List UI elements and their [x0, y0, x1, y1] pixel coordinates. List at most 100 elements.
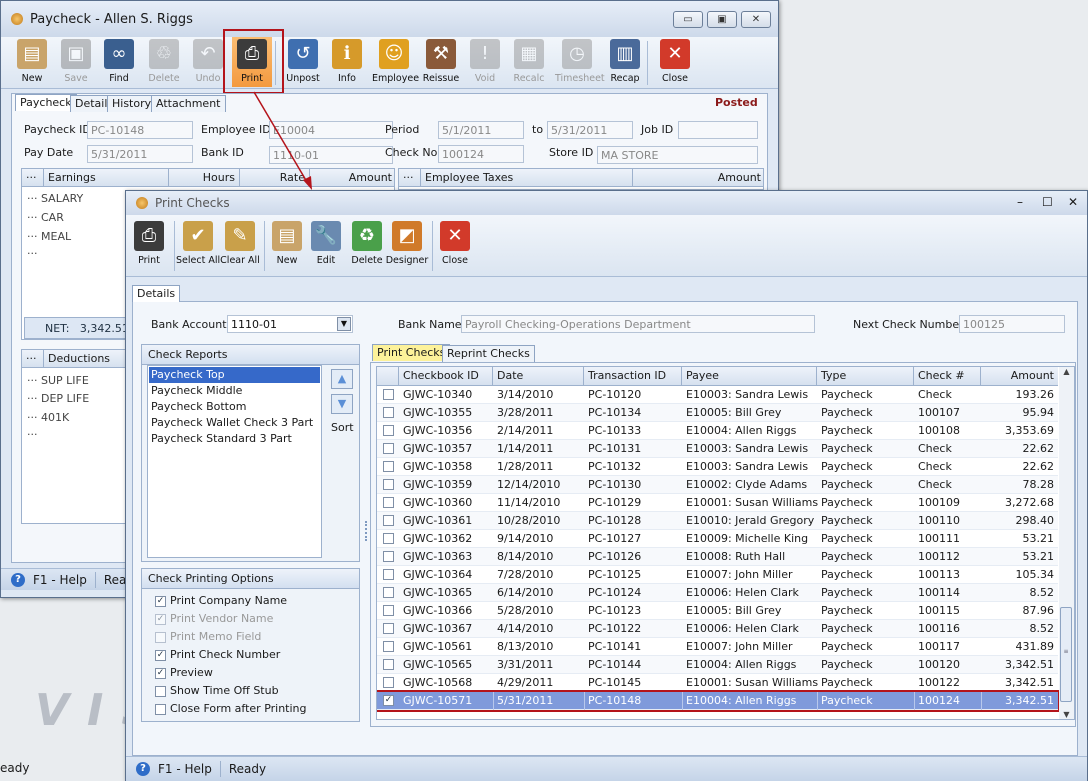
- earnings-item[interactable]: ··· SALARY: [27, 192, 83, 205]
- table-row[interactable]: GJWC-10367 4/14/2010 PC-10122 E10006: Helen…: [377, 620, 1058, 638]
- check-report-item[interactable]: Paycheck Bottom: [149, 399, 320, 415]
- earnings-item[interactable]: ···: [27, 247, 38, 260]
- tab-paycheck[interactable]: Paycheck: [15, 94, 77, 111]
- next-check-field[interactable]: 100125: [959, 315, 1065, 333]
- check-report-item[interactable]: Paycheck Standard 3 Part: [149, 431, 320, 447]
- tab-reprint-checks[interactable]: Reprint Checks: [442, 345, 535, 362]
- toolbar-button-new[interactable]: ▤ New: [265, 219, 309, 266]
- splitter-handle[interactable]: [365, 521, 367, 541]
- toolbar-button-employee[interactable]: ☺ Employee: [372, 37, 419, 84]
- table-row[interactable]: GJWC-10356 2/14/2011 PC-10133 E10004: Allen…: [377, 422, 1058, 440]
- toolbar-button-recap[interactable]: ▥ Recap: [603, 37, 647, 84]
- toolbar-button-recalc[interactable]: ▦ Recalc: [507, 37, 551, 84]
- help-label[interactable]: F1 - Help: [33, 573, 87, 587]
- row-checkbox[interactable]: [383, 407, 394, 418]
- row-checkbox[interactable]: [383, 443, 394, 454]
- period-from-field[interactable]: 5/1/2011: [438, 121, 524, 139]
- chevron-down-icon[interactable]: ▼: [337, 317, 351, 331]
- print-checks-titlebar[interactable]: Print Checks: [126, 191, 1087, 215]
- table-row[interactable]: GJWC-10365 6/14/2010 PC-10124 E10006: Helen…: [377, 584, 1058, 602]
- tab-details[interactable]: Details: [132, 285, 181, 302]
- deduction-item[interactable]: ··· 401K: [27, 411, 69, 424]
- close-window-button[interactable]: ✕: [1068, 195, 1078, 209]
- row-checkbox[interactable]: [383, 533, 394, 544]
- table-row[interactable]: GJWC-10366 5/28/2010 PC-10123 E10005: Bill …: [377, 602, 1058, 620]
- table-row[interactable]: GJWC-10358 1/28/2011 PC-10132 E10003: Sandr…: [377, 458, 1058, 476]
- toolbar-button-find[interactable]: ∞ Find: [97, 37, 141, 84]
- check-report-item[interactable]: Paycheck Top: [149, 367, 320, 383]
- checkbox[interactable]: ✓: [155, 595, 166, 607]
- table-row[interactable]: GJWC-10357 1/14/2011 PC-10131 E10003: Sandr…: [377, 440, 1058, 458]
- table-row[interactable]: GJWC-10363 8/14/2010 PC-10126 E10008: Ruth …: [377, 548, 1058, 566]
- earnings-expand[interactable]: ···: [22, 169, 44, 187]
- scroll-up-arrow[interactable]: ▲: [1059, 367, 1074, 376]
- table-row[interactable]: GJWC-10561 8/13/2010 PC-10141 E10007: John …: [377, 638, 1058, 656]
- deduction-item[interactable]: ··· DEP LIFE: [27, 392, 89, 405]
- job-id-field[interactable]: [678, 121, 758, 139]
- table-row[interactable]: GJWC-10565 3/31/2011 PC-10144 E10004: Allen…: [377, 656, 1058, 674]
- table-row[interactable]: GJWC-10355 3/28/2011 PC-10134 E10005: Bill …: [377, 404, 1058, 422]
- toolbar-button-unpost[interactable]: ↺ Unpost: [281, 37, 325, 84]
- checkbox[interactable]: [155, 703, 166, 715]
- table-row[interactable]: GJWC-10359 12/14/2010 PC-10130 E10002: Clyd…: [377, 476, 1058, 494]
- toolbar-button-reissue[interactable]: ⚒ Reissue: [419, 37, 463, 84]
- row-checkbox[interactable]: [383, 479, 394, 490]
- paycheck-titlebar[interactable]: Paycheck - Allen S. Riggs: [1, 1, 778, 37]
- checkbox[interactable]: [155, 685, 166, 697]
- check-report-item[interactable]: Paycheck Wallet Check 3 Part: [149, 415, 320, 431]
- toolbar-button-select-all[interactable]: ✔ Select All: [176, 219, 220, 266]
- table-row[interactable]: GJWC-10340 3/14/2010 PC-10120 E10003: Sandr…: [377, 386, 1058, 404]
- col-type[interactable]: Type: [817, 367, 914, 385]
- table-row[interactable]: GJWC-10361 10/28/2010 PC-10128 E10010: Jera…: [377, 512, 1058, 530]
- bank-account-dropdown[interactable]: 1110-01 ▼: [227, 315, 353, 333]
- check-reports-list[interactable]: Paycheck Top Paycheck Middle Paycheck Bott…: [147, 365, 322, 558]
- tab-attachment[interactable]: Attachment: [151, 95, 226, 112]
- pay-date-field[interactable]: 5/31/2011: [87, 145, 193, 163]
- toolbar-button-delete[interactable]: ♻ Delete: [345, 219, 389, 266]
- scroll-thumb[interactable]: ≡: [1060, 607, 1072, 702]
- col-check-[interactable]: Check #: [914, 367, 981, 385]
- toolbar-button-designer[interactable]: ◩ Designer: [385, 219, 429, 266]
- toolbar-button-print[interactable]: ⎙ Print: [127, 219, 171, 266]
- row-checkbox[interactable]: [383, 605, 394, 616]
- sort-up-button[interactable]: ▲: [331, 369, 353, 389]
- toolbar-button-info[interactable]: ℹ Info: [325, 37, 369, 84]
- row-checkbox[interactable]: [383, 677, 394, 688]
- row-checkbox[interactable]: [383, 587, 394, 598]
- minimize-button[interactable]: –: [1017, 195, 1023, 209]
- toolbar-button-timesheet[interactable]: ◷ Timesheet: [555, 37, 605, 84]
- paycheck-id-field[interactable]: PC-10148: [87, 121, 193, 139]
- taxes-expand[interactable]: ···: [399, 169, 421, 187]
- vertical-scrollbar[interactable]: ▲ ≡ ▼: [1059, 367, 1074, 719]
- toolbar-button-edit[interactable]: 🔧 Edit: [304, 219, 348, 266]
- col-checkbook-id[interactable]: Checkbook ID: [399, 367, 493, 385]
- toolbar-button-void[interactable]: ! Void: [463, 37, 507, 84]
- help-label[interactable]: F1 - Help: [158, 762, 212, 776]
- table-row[interactable]: GJWC-10568 4/29/2011 PC-10145 E10001: Susan…: [377, 674, 1058, 692]
- scroll-down-arrow[interactable]: ▼: [1059, 710, 1074, 719]
- restore-button[interactable]: ▣: [707, 11, 737, 28]
- toolbar-button-close[interactable]: ✕ Close: [653, 37, 697, 84]
- row-checkbox[interactable]: [383, 515, 394, 526]
- table-row[interactable]: GJWC-10364 7/28/2010 PC-10125 E10007: John …: [377, 566, 1058, 584]
- col-date[interactable]: Date: [493, 367, 584, 385]
- toolbar-button-close[interactable]: ✕ Close: [433, 219, 477, 266]
- tab-print-checks[interactable]: Print Checks: [372, 344, 451, 361]
- row-checkbox[interactable]: [383, 551, 394, 562]
- row-checkbox[interactable]: [383, 641, 394, 652]
- store-id-field[interactable]: MA STORE: [597, 146, 758, 164]
- toolbar-button-save[interactable]: ▣ Save: [54, 37, 98, 84]
- toolbar-button-delete[interactable]: ♲ Delete: [142, 37, 186, 84]
- option-print-company-name[interactable]: ✓ Print Company Name: [155, 594, 287, 607]
- period-to-field[interactable]: 5/31/2011: [547, 121, 633, 139]
- col-amount[interactable]: Amount: [981, 367, 1058, 385]
- sort-down-button[interactable]: ▼: [331, 394, 353, 414]
- check-no-field[interactable]: 100124: [438, 145, 524, 163]
- check-report-item[interactable]: Paycheck Middle: [149, 383, 320, 399]
- checkbox[interactable]: ✓: [155, 667, 166, 679]
- row-checkbox[interactable]: [383, 461, 394, 472]
- option-preview[interactable]: ✓ Preview: [155, 666, 213, 679]
- deduction-item[interactable]: ···: [27, 428, 38, 441]
- minimize-button[interactable]: ▭: [673, 11, 703, 28]
- option-print-check-number[interactable]: ✓ Print Check Number: [155, 648, 280, 661]
